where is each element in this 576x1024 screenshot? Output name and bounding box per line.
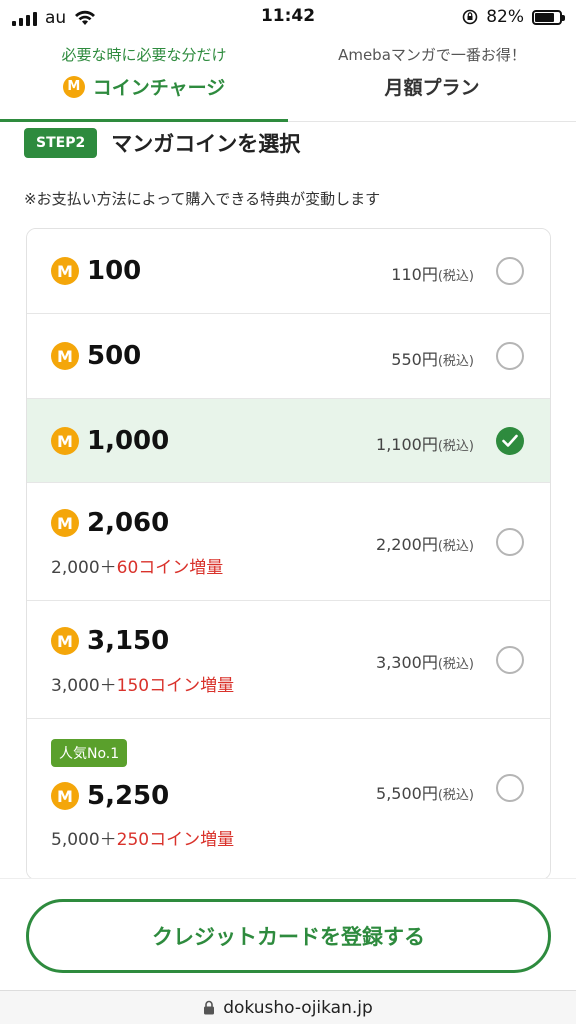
bonus-text: 2,000＋60コイン増量: [51, 558, 224, 578]
coin-icon: M: [51, 509, 79, 537]
status-bar: au 11:42 82%: [0, 0, 576, 36]
coin-price: 3,300円(税込): [376, 653, 474, 672]
payment-note: ※お支払い方法によって購入できる特典が変動します: [24, 190, 381, 208]
tab-label: 月額プラン: [384, 77, 480, 99]
browser-url-bar[interactable]: dokusho-ojikan.jp: [0, 990, 576, 1024]
coin-amount: 100: [87, 256, 142, 286]
coin-icon: M: [51, 627, 79, 655]
coin-option-3150[interactable]: M 3,150 3,000＋150コイン増量 3,300円(税込): [27, 601, 550, 719]
coin-option-1000[interactable]: M 1,000 1,100円(税込): [27, 399, 550, 483]
tab-label: コインチャージ: [92, 77, 226, 99]
battery-percentage: 82%: [486, 7, 524, 27]
radio-button[interactable]: [496, 646, 524, 674]
coin-price: 2,200円(税込): [376, 535, 474, 554]
plan-tabs: 必要な時に必要な分だけ M コインチャージ Amebaマンガで一番お得！ 月額プ…: [0, 36, 576, 122]
coin-amount: 2,060: [87, 508, 170, 538]
coin-icon: M: [51, 342, 79, 370]
coin-option-100[interactable]: M 100 110円(税込): [27, 229, 550, 314]
step-badge: STEP2: [24, 128, 98, 158]
radio-button[interactable]: [496, 528, 524, 556]
battery-icon: [532, 9, 565, 25]
radio-button[interactable]: [496, 774, 524, 802]
tab-subtitle: Amebaマンガで一番お得！: [338, 46, 526, 64]
coin-amount: 5,250: [87, 781, 170, 811]
tab-subtitle: 必要な時に必要な分だけ: [61, 46, 227, 64]
radio-button-checked[interactable]: [496, 427, 524, 455]
step-header: STEP2 マンガコインを選択: [24, 128, 300, 158]
coin-option-2060[interactable]: M 2,060 2,000＋60コイン増量 2,200円(税込): [27, 483, 550, 601]
coin-amount: 1,000: [87, 426, 170, 456]
coin-price: 5,500円(税込): [376, 784, 474, 803]
coin-price: 110円(税込): [391, 265, 474, 284]
coin-amount: 500: [87, 341, 142, 371]
radio-button[interactable]: [496, 257, 524, 285]
coin-option-list: M 100 110円(税込) M 500 550円(税込) M 1,000 1,…: [26, 228, 551, 880]
page: au 11:42 82% 必要な時に必要な分だけ M コインチャージ Ameba…: [0, 0, 576, 1024]
checkmark-icon: [502, 434, 518, 447]
rotation-lock-icon: [462, 9, 478, 25]
coin-icon: M: [51, 782, 79, 810]
coin-price: 1,100円(税込): [376, 435, 474, 454]
coin-price: 550円(税込): [391, 350, 474, 369]
bonus-text: 3,000＋150コイン増量: [51, 676, 235, 696]
register-credit-card-button[interactable]: クレジットカードを登録する: [26, 899, 551, 973]
bottom-action-bar: クレジットカードを登録する: [0, 878, 576, 990]
coin-amount: 3,150: [87, 626, 170, 656]
coin-icon: M: [51, 257, 79, 285]
tab-monthly-plan[interactable]: Amebaマンガで一番お得！ 月額プラン: [288, 36, 576, 121]
radio-button[interactable]: [496, 342, 524, 370]
step-title: マンガコインを選択: [111, 132, 301, 156]
coin-option-500[interactable]: M 500 550円(税込): [27, 314, 550, 399]
tab-coin-charge[interactable]: 必要な時に必要な分だけ M コインチャージ: [0, 36, 288, 122]
coin-icon: M: [51, 427, 79, 455]
coin-option-5250[interactable]: 人気No.1 M 5,250 5,000＋250コイン増量 5,500円(税込): [27, 719, 550, 879]
popular-badge: 人気No.1: [51, 739, 128, 767]
coin-icon: M: [62, 75, 85, 98]
lock-icon: [204, 1000, 215, 1015]
url-text: dokusho-ojikan.jp: [223, 997, 373, 1018]
bonus-text: 5,000＋250コイン増量: [51, 830, 235, 850]
